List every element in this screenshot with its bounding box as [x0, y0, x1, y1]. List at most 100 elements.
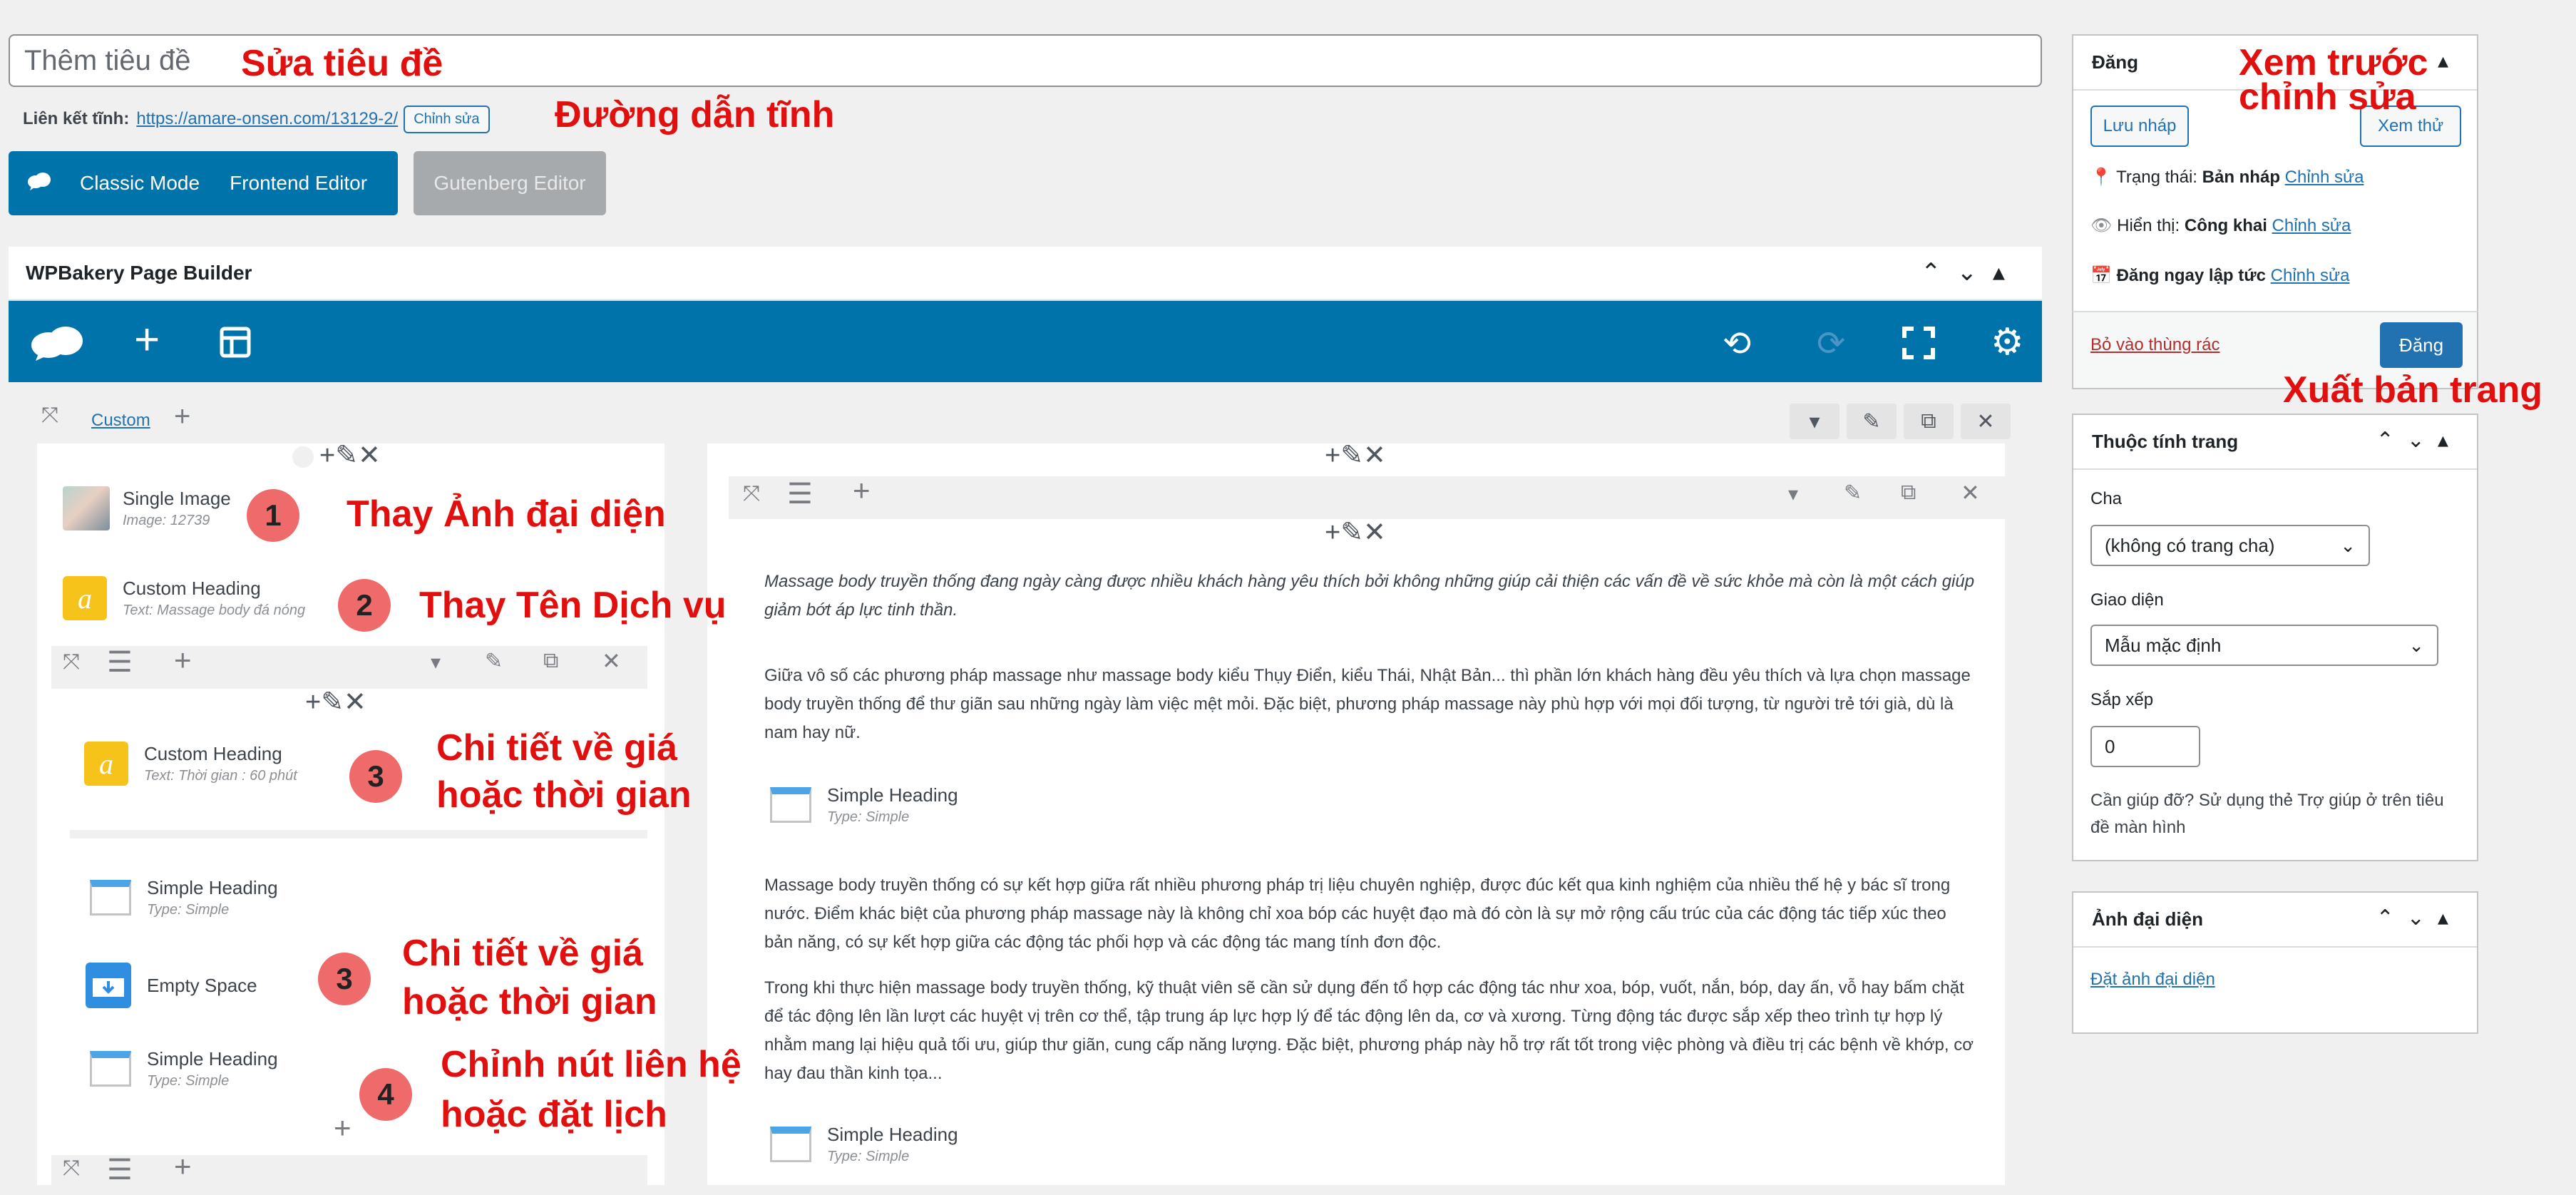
element-sub: Text: Thời gian : 60 phút [144, 768, 297, 784]
row-tab-custom[interactable]: Custom [91, 411, 150, 431]
frontend-editor-button[interactable]: Frontend Editor [230, 172, 367, 195]
annotation-preview-line1: Xem trước [2239, 42, 2428, 83]
redo-icon[interactable]: ⟳ [1817, 324, 1845, 364]
status-edit-link[interactable]: Chỉnh sửa [2285, 168, 2364, 187]
element-custom-heading-2[interactable]: a Custom Heading Text: Thời gian : 60 ph… [84, 742, 297, 786]
element-name: Custom Heading [144, 743, 282, 764]
element-custom-heading[interactable]: a Custom Heading Text: Massage body đá n… [63, 576, 305, 620]
template-select[interactable]: Mẫu mặc định ⌄ [2090, 625, 2438, 666]
row-add-icon[interactable]: + [174, 401, 190, 433]
chevron-down-icon: ⌄ [2408, 634, 2424, 656]
save-draft-button[interactable]: Lưu nháp [2090, 106, 2189, 147]
publish-button[interactable]: Đăng [2380, 322, 2463, 368]
gutenberg-editor-button[interactable]: Gutenberg Editor [414, 151, 606, 215]
inner-row-add-icon[interactable]: + [174, 643, 192, 677]
undo-icon[interactable]: ⟲ [1723, 324, 1751, 364]
classic-mode-button[interactable]: Classic Mode [80, 172, 200, 195]
publish-box-toggle-icon[interactable]: ▴ [2438, 48, 2461, 73]
right-row-layout-icon[interactable]: ☰ [787, 478, 813, 511]
inner-row-toggle-icon[interactable]: ▾ [431, 650, 441, 674]
inner-row-2-move-icon[interactable]: ⤧ [63, 1156, 80, 1181]
annotation-note-3b-line1: Chi tiết về giá [402, 933, 644, 974]
annotation-badge-3a: 3 [349, 750, 402, 803]
column-handle[interactable] [292, 446, 314, 468]
right-inner-column-controls[interactable]: +✎✕ [1325, 516, 1386, 548]
visibility-edit-link[interactable]: Chỉnh sửa [2272, 216, 2351, 235]
right-row-edit-icon[interactable]: ✎ [1844, 481, 1862, 506]
visibility-value: Công khai [2184, 216, 2267, 235]
annotation-note-3a-line2: hoặc thời gian [436, 774, 692, 816]
row-delete-icon[interactable]: ✕ [1961, 404, 2011, 439]
row-move-icon[interactable]: ⤧ [41, 404, 58, 428]
element-name: Empty Space [147, 974, 257, 996]
simple-heading-icon [770, 787, 811, 823]
text-block-4[interactable]: Trong khi thực hiện massage body truyền … [764, 974, 1976, 1088]
inner-divider [70, 830, 647, 838]
inner-row-move-icon[interactable]: ⤧ [63, 650, 80, 675]
right-row-toggle-icon[interactable]: ▾ [1788, 482, 1798, 506]
right-row-move-icon[interactable]: ⤧ [743, 482, 760, 506]
inner-row-delete-icon[interactable]: ✕ [602, 647, 621, 675]
right-inner-row-controls [729, 476, 2005, 519]
page-attributes-help: Cần giúp đỡ? Sử dụng thẻ Trợ giúp ở trên… [2090, 791, 2444, 837]
right-simple-heading-2[interactable]: Simple Heading Type: Simple [770, 1124, 958, 1165]
order-input[interactable]: 0 [2090, 726, 2200, 767]
text-block-3[interactable]: Massage body truyền thống có sự kết hợp … [764, 871, 1976, 957]
column-controls[interactable]: +✎✕ [319, 439, 381, 471]
annotation-note-4-line2: hoặc đặt lịch [441, 1094, 667, 1135]
permalink-url[interactable]: https://amare-onsen.com/13129-2/ [136, 109, 398, 129]
inner-row-controls-2 [51, 1155, 647, 1191]
right-simple-heading-1[interactable]: Simple Heading Type: Simple [770, 784, 958, 826]
element-simple-heading-2[interactable]: Simple Heading Type: Simple [90, 1048, 278, 1089]
simple-heading-icon [770, 1127, 811, 1162]
element-single-image[interactable]: Single Image Image: 12739 [63, 486, 231, 530]
element-sub: Type: Simple [147, 902, 230, 918]
element-empty-space[interactable]: Empty Space [86, 963, 257, 1008]
inner-row-2-layout-icon[interactable]: ☰ [107, 1154, 133, 1186]
inner-row-clone-icon[interactable]: ⧉ [543, 649, 558, 673]
annotation-badge-3b: 3 [318, 953, 371, 1005]
wpbakery-cloud-icon[interactable] [30, 325, 84, 364]
permalink-edit-button[interactable]: Chỉnh sửa [404, 105, 490, 133]
element-sub: Type: Simple [827, 1149, 910, 1164]
column-controls-right[interactable]: +✎✕ [1325, 439, 1386, 471]
page-attributes-controls[interactable]: ⌃⌄▴ [2376, 428, 2461, 453]
parent-label: Cha [2090, 489, 2123, 508]
settings-gear-icon[interactable]: ⚙ [1991, 321, 2024, 364]
parent-select[interactable]: (không có trang cha) ⌄ [2090, 525, 2370, 566]
element-sub: Text: Massage body đá nóng [123, 602, 306, 618]
inner-column-controls[interactable]: +✎✕ [305, 686, 366, 718]
right-row-delete-icon[interactable]: ✕ [1961, 479, 1980, 506]
element-sub: Image: 12739 [123, 513, 210, 528]
inner-row-layout-icon[interactable]: ☰ [107, 646, 133, 679]
element-simple-heading[interactable]: Simple Heading Type: Simple [90, 877, 278, 918]
element-sub: Type: Simple [147, 1073, 230, 1089]
right-row-clone-icon[interactable]: ⧉ [1901, 481, 1916, 505]
right-row-add-icon[interactable]: + [853, 473, 871, 508]
annotation-note-3b-line2: hoặc thời gian [402, 981, 657, 1022]
set-featured-image-link[interactable]: Đặt ảnh đại diện [2090, 970, 2215, 990]
inner-row-2-add-icon[interactable]: + [174, 1149, 192, 1184]
custom-heading-icon: a [63, 576, 107, 620]
text-block-1[interactable]: Massage body truyền thống đang ngày càng… [764, 568, 1976, 625]
templates-icon[interactable] [220, 327, 251, 361]
featured-image-controls[interactable]: ⌃⌄▴ [2376, 906, 2461, 930]
inner-row-edit-icon[interactable]: ✎ [485, 649, 503, 674]
text-block-2[interactable]: Giữa vô số các phương pháp massage như m… [764, 662, 1976, 747]
row-toggle-icon[interactable]: ▾ [1790, 404, 1839, 439]
fullscreen-icon[interactable] [1902, 327, 1935, 363]
column-add-element-icon[interactable]: + [334, 1111, 351, 1145]
custom-heading-icon: a [84, 742, 128, 786]
element-name: Single Image [123, 488, 231, 509]
annotation-note-1: Thay Ảnh đại diện [347, 493, 666, 535]
schedule-edit-link[interactable]: Chỉnh sửa [2271, 266, 2350, 285]
panel-controls[interactable]: ⌃⌄▴ [1921, 258, 2021, 287]
annotation-permalink: Đường dẫn tĩnh [555, 94, 835, 135]
template-select-value: Mẫu mặc định [2105, 634, 2222, 656]
row-clone-icon[interactable]: ⧉ [1904, 404, 1954, 439]
row-edit-icon[interactable]: ✎ [1847, 404, 1897, 439]
add-element-icon[interactable]: + [134, 318, 160, 362]
schedule-row: 📅 Đăng ngay lập tức Chỉnh sửa [2090, 265, 2349, 286]
title-placeholder: Thêm tiêu đề [24, 44, 191, 76]
trash-link[interactable]: Bỏ vào thùng rác [2090, 335, 2220, 355]
